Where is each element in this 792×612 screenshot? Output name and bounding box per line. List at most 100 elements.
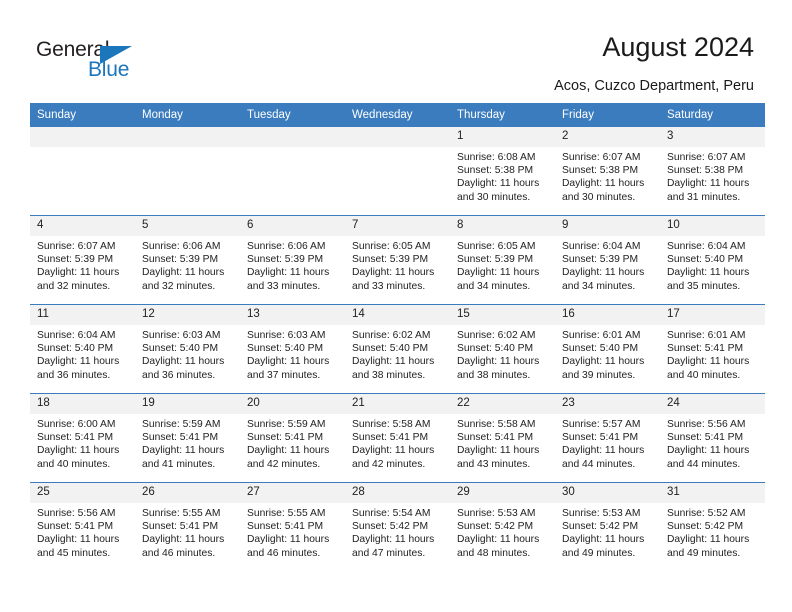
- sunrise-text: Sunrise: 6:02 AM: [352, 330, 431, 341]
- calendar-day-cell[interactable]: 4 Sunrise: 6:07 AM Sunset: 5:39 PM Daylight…: [30, 215, 135, 305]
- day-details: Sunrise: 5:57 AM Sunset: 5:41 PM Daylight:…: [555, 414, 660, 471]
- calendar-day-cell[interactable]: 7 Sunrise: 6:05 AM Sunset: 5:39 PM Daylight…: [345, 215, 450, 305]
- daylight-text-line1: Daylight: 11 hours: [457, 178, 540, 190]
- calendar-day-cell[interactable]: 11 Sunrise: 6:04 AM Sunset: 5:40 PM Dayligh…: [30, 304, 135, 394]
- daylight-text-line2: and 38 minutes.: [352, 369, 426, 381]
- day-number: [135, 127, 240, 147]
- calendar-day-cell[interactable]: 23 Sunrise: 5:57 AM Sunset: 5:41 PM Dayligh…: [555, 393, 660, 483]
- calendar-day-cell-empty: [30, 127, 135, 216]
- day-details: Sunrise: 6:05 AM Sunset: 5:39 PM Daylight:…: [450, 236, 555, 293]
- daylight-text-line1: Daylight: 11 hours: [142, 445, 225, 457]
- day-number: 22: [450, 394, 555, 414]
- calendar-day-cell[interactable]: 13 Sunrise: 6:03 AM Sunset: 5:40 PM Dayligh…: [240, 304, 345, 394]
- day-details: Sunrise: 6:06 AM Sunset: 5:39 PM Daylight:…: [135, 236, 240, 293]
- calendar-day-cell[interactable]: 25 Sunrise: 5:56 AM Sunset: 5:41 PM Dayligh…: [30, 482, 135, 571]
- calendar-day-cell[interactable]: 30 Sunrise: 5:53 AM Sunset: 5:42 PM Dayligh…: [555, 482, 660, 571]
- day-details: Sunrise: 5:56 AM Sunset: 5:41 PM Daylight:…: [30, 503, 135, 560]
- daylight-text-line1: Daylight: 11 hours: [247, 356, 330, 368]
- calendar-day-cell[interactable]: 19 Sunrise: 5:59 AM Sunset: 5:41 PM Dayligh…: [135, 393, 240, 483]
- day-number: 5: [135, 216, 240, 236]
- calendar-day-cell[interactable]: 1 Sunrise: 6:08 AM Sunset: 5:38 PM Daylight…: [450, 127, 555, 216]
- sunrise-text: Sunrise: 5:57 AM: [562, 419, 641, 430]
- calendar-day-cell[interactable]: 18 Sunrise: 6:00 AM Sunset: 5:41 PM Dayligh…: [30, 393, 135, 483]
- daylight-text-line2: and 37 minutes.: [247, 369, 321, 381]
- calendar-day-cell[interactable]: 22 Sunrise: 5:58 AM Sunset: 5:41 PM Dayligh…: [450, 393, 555, 483]
- brand-logo[interactable]: General Blue: [36, 38, 236, 88]
- calendar-day-cell[interactable]: 24 Sunrise: 5:56 AM Sunset: 5:41 PM Dayligh…: [660, 393, 765, 483]
- daylight-text-line1: Daylight: 11 hours: [457, 356, 540, 368]
- day-number: [240, 127, 345, 147]
- sunset-text: Sunset: 5:38 PM: [667, 165, 744, 177]
- calendar-day-cell[interactable]: 3 Sunrise: 6:07 AM Sunset: 5:38 PM Daylight…: [660, 127, 765, 216]
- daylight-text-line2: and 48 minutes.: [457, 547, 531, 559]
- calendar-day-cell[interactable]: 27 Sunrise: 5:55 AM Sunset: 5:41 PM Dayligh…: [240, 482, 345, 571]
- day-details: Sunrise: 6:03 AM Sunset: 5:40 PM Daylight:…: [135, 325, 240, 382]
- day-number: 28: [345, 483, 450, 503]
- day-details: Sunrise: 6:08 AM Sunset: 5:38 PM Daylight:…: [450, 147, 555, 204]
- day-number: [30, 127, 135, 147]
- calendar-week-row: 4 Sunrise: 6:07 AM Sunset: 5:39 PM Daylight…: [30, 215, 765, 305]
- day-number: 10: [660, 216, 765, 236]
- day-number: 23: [555, 394, 660, 414]
- day-number: 29: [450, 483, 555, 503]
- daylight-text-line1: Daylight: 11 hours: [37, 267, 120, 279]
- day-details: Sunrise: 5:52 AM Sunset: 5:42 PM Daylight:…: [660, 503, 765, 560]
- calendar-day-cell[interactable]: 2 Sunrise: 6:07 AM Sunset: 5:38 PM Daylight…: [555, 127, 660, 216]
- sunset-text: Sunset: 5:41 PM: [352, 432, 429, 444]
- sunrise-text: Sunrise: 6:03 AM: [142, 330, 221, 341]
- calendar-week-row: 18 Sunrise: 6:00 AM Sunset: 5:41 PM Dayligh…: [30, 393, 765, 483]
- calendar-day-cell[interactable]: 12 Sunrise: 6:03 AM Sunset: 5:40 PM Dayligh…: [135, 304, 240, 394]
- calendar-day-cell[interactable]: 17 Sunrise: 6:01 AM Sunset: 5:41 PM Dayligh…: [660, 304, 765, 394]
- sunset-text: Sunset: 5:41 PM: [142, 521, 219, 533]
- day-details: Sunrise: 5:55 AM Sunset: 5:41 PM Daylight:…: [240, 503, 345, 560]
- sunrise-text: Sunrise: 6:08 AM: [457, 152, 536, 163]
- sunset-text: Sunset: 5:38 PM: [457, 165, 534, 177]
- sunset-text: Sunset: 5:38 PM: [562, 165, 639, 177]
- daylight-text-line2: and 30 minutes.: [562, 191, 636, 203]
- day-number: 2: [555, 127, 660, 147]
- calendar-day-cell[interactable]: 14 Sunrise: 6:02 AM Sunset: 5:40 PM Dayligh…: [345, 304, 450, 394]
- calendar-day-cell[interactable]: 6 Sunrise: 6:06 AM Sunset: 5:39 PM Daylight…: [240, 215, 345, 305]
- calendar-day-cell[interactable]: 29 Sunrise: 5:53 AM Sunset: 5:42 PM Dayligh…: [450, 482, 555, 571]
- sunrise-text: Sunrise: 6:05 AM: [352, 241, 431, 252]
- daylight-text-line2: and 33 minutes.: [247, 280, 321, 292]
- calendar-day-cell[interactable]: 15 Sunrise: 6:02 AM Sunset: 5:40 PM Dayligh…: [450, 304, 555, 394]
- page-title: August 2024: [602, 32, 754, 62]
- daylight-text-line1: Daylight: 11 hours: [352, 445, 435, 457]
- sunrise-text: Sunrise: 5:55 AM: [247, 508, 326, 519]
- day-details: Sunrise: 6:01 AM Sunset: 5:40 PM Daylight:…: [555, 325, 660, 382]
- calendar-day-cell[interactable]: 8 Sunrise: 6:05 AM Sunset: 5:39 PM Daylight…: [450, 215, 555, 305]
- sunset-text: Sunset: 5:40 PM: [457, 343, 534, 355]
- calendar-day-cell[interactable]: 5 Sunrise: 6:06 AM Sunset: 5:39 PM Daylight…: [135, 215, 240, 305]
- day-number: 1: [450, 127, 555, 147]
- daylight-text-line1: Daylight: 11 hours: [352, 267, 435, 279]
- daylight-text-line2: and 38 minutes.: [457, 369, 531, 381]
- sunrise-text: Sunrise: 6:05 AM: [457, 241, 536, 252]
- day-number: 26: [135, 483, 240, 503]
- sunrise-text: Sunrise: 6:04 AM: [37, 330, 116, 341]
- calendar-day-cell[interactable]: 31 Sunrise: 5:52 AM Sunset: 5:42 PM Dayligh…: [660, 482, 765, 571]
- weekday-header-tuesday: Tuesday: [240, 103, 345, 127]
- daylight-text-line1: Daylight: 11 hours: [562, 267, 645, 279]
- sunset-text: Sunset: 5:39 PM: [247, 254, 324, 266]
- sunset-text: Sunset: 5:39 PM: [37, 254, 114, 266]
- sunset-text: Sunset: 5:39 PM: [562, 254, 639, 266]
- calendar-day-cell[interactable]: 26 Sunrise: 5:55 AM Sunset: 5:41 PM Dayligh…: [135, 482, 240, 571]
- day-details: Sunrise: 6:07 AM Sunset: 5:39 PM Daylight:…: [30, 236, 135, 293]
- daylight-text-line1: Daylight: 11 hours: [37, 356, 120, 368]
- calendar-day-cell[interactable]: 10 Sunrise: 6:04 AM Sunset: 5:40 PM Dayligh…: [660, 215, 765, 305]
- sunset-text: Sunset: 5:41 PM: [247, 432, 324, 444]
- page-subtitle: Acos, Cuzco Department, Peru: [554, 78, 754, 94]
- calendar-day-cell[interactable]: 28 Sunrise: 5:54 AM Sunset: 5:42 PM Dayligh…: [345, 482, 450, 571]
- calendar-day-cell[interactable]: 21 Sunrise: 5:58 AM Sunset: 5:41 PM Dayligh…: [345, 393, 450, 483]
- weekday-header-friday: Friday: [555, 103, 660, 127]
- calendar-day-cell[interactable]: 20 Sunrise: 5:59 AM Sunset: 5:41 PM Dayligh…: [240, 393, 345, 483]
- calendar-day-cell[interactable]: 9 Sunrise: 6:04 AM Sunset: 5:39 PM Daylight…: [555, 215, 660, 305]
- day-details: Sunrise: 5:59 AM Sunset: 5:41 PM Daylight:…: [135, 414, 240, 471]
- day-number: [345, 127, 450, 147]
- day-details: Sunrise: 5:53 AM Sunset: 5:42 PM Daylight:…: [555, 503, 660, 560]
- calendar-head: Sunday Monday Tuesday Wednesday Thursday…: [30, 103, 765, 127]
- sunset-text: Sunset: 5:41 PM: [247, 521, 324, 533]
- calendar-day-cell[interactable]: 16 Sunrise: 6:01 AM Sunset: 5:40 PM Dayligh…: [555, 304, 660, 394]
- daylight-text-line2: and 49 minutes.: [562, 547, 636, 559]
